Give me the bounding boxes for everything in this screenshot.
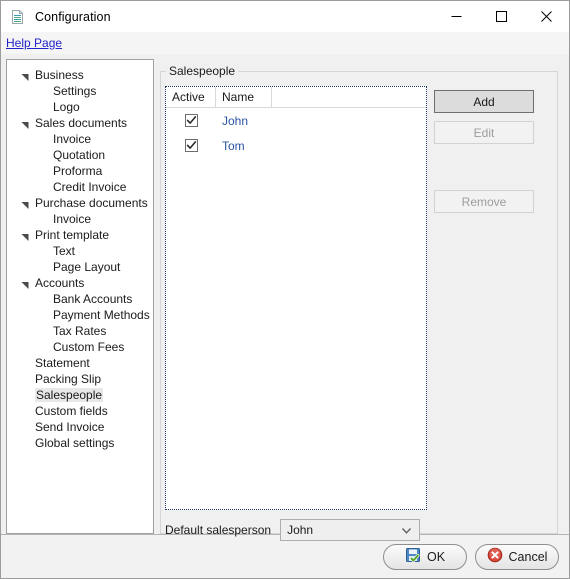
column-header-name[interactable]: Name [216,87,272,107]
tree-item-sales-documents[interactable]: Sales documents [7,115,153,131]
tree-item-label: Quotation [53,148,106,162]
navigation-tree[interactable]: Business Settings Logo Sales documents Invoi… [6,59,154,534]
tree-item-purchase-documents[interactable]: Purchase documents [7,195,153,211]
tree-item-label: Payment Methods [53,308,150,322]
save-check-icon [405,547,421,566]
tree-item-salespeople[interactable]: Salespeople [7,387,153,403]
cancel-button-label: Cancel [508,549,548,564]
tree-item-proforma[interactable]: Proforma [7,163,153,179]
tree-item-print-template[interactable]: Print template [7,227,153,243]
cell-name: Tom [222,138,245,153]
tree-item-custom-fields[interactable]: Custom fields [7,403,153,419]
ok-button[interactable]: OK [383,543,467,570]
tree-item-label: Bank Accounts [53,292,133,306]
chevron-down-icon [402,523,412,537]
tree-item-label: Global settings [35,436,115,450]
column-header-active[interactable]: Active [166,87,216,107]
expander-icon[interactable] [21,71,30,81]
list-header: Active Name [166,87,426,108]
default-salesperson-label: Default salesperson [165,523,272,537]
tree-item-label: Print template [35,228,110,242]
tree-item-label: Packing Slip [35,372,102,386]
column-header-spacer[interactable] [272,87,426,107]
tree-item-label: Business [35,68,84,82]
tree-item-label: Text [53,244,76,258]
tree-item-statement[interactable]: Statement [7,355,153,371]
default-salesperson-value: John [287,523,314,537]
error-circle-icon [487,547,503,566]
add-button[interactable]: Add [434,90,534,113]
tree-item-label: Proforma [53,164,103,178]
tree-item-label: Send Invoice [35,420,105,434]
tree-item-global-settings[interactable]: Global settings [7,435,153,451]
cancel-button[interactable]: Cancel [475,543,559,570]
cell-active [166,114,216,127]
table-row[interactable]: John [166,108,426,133]
remove-button: Remove [434,190,534,213]
maximize-icon[interactable] [479,1,524,32]
tree-item-packing-slip[interactable]: Packing Slip [7,371,153,387]
table-row[interactable]: Tom [166,133,426,158]
cell-active [166,139,216,152]
tree-item-accounts[interactable]: Accounts [7,275,153,291]
menu-strip: Help Page [1,32,569,54]
tree-item-label: Statement [35,356,90,370]
tree-item-send-invoice[interactable]: Send Invoice [7,419,153,435]
tree-item-text[interactable]: Text [7,243,153,259]
tree-item-invoice[interactable]: Invoice [7,211,153,227]
tree-item-label: Page Layout [53,260,121,274]
configuration-window: Configuration Help Page Business Settings… [0,0,570,579]
ok-button-label: OK [426,549,446,564]
active-checkbox[interactable] [184,139,198,152]
default-salesperson-row: Default salesperson John [165,519,421,541]
tree-item-label: Logo [53,100,80,114]
tree-item-invoice[interactable]: Invoice [7,131,153,147]
tree-item-bank-accounts[interactable]: Bank Accounts [7,291,153,307]
tree-item-label: Invoice [53,212,92,226]
tree-item-label: Settings [53,84,97,98]
tree-item-payment-methods[interactable]: Payment Methods [7,307,153,323]
expander-icon[interactable] [21,199,30,209]
tree-item-tax-rates[interactable]: Tax Rates [7,323,153,339]
edit-button: Edit [434,121,534,144]
main-panel: Salespeople Active Name John Tom Add Edit… [160,59,564,541]
expander-icon[interactable] [21,119,30,129]
title-bar: Configuration [1,1,569,32]
tree-item-label: Purchase documents [35,196,148,210]
window-title: Configuration [35,9,111,24]
active-checkbox[interactable] [184,114,198,127]
tree-item-label: Invoice [53,132,92,146]
tree-item-custom-fees[interactable]: Custom Fees [7,339,153,355]
salespeople-groupbox: Salespeople Active Name John Tom Add Edit… [160,64,558,541]
close-icon[interactable] [524,1,569,32]
document-spreadsheet-icon [10,9,26,25]
cell-name: John [222,113,249,128]
tree-item-credit-invoice[interactable]: Credit Invoice [7,179,153,195]
tree-item-label: Accounts [35,276,85,290]
default-salesperson-select[interactable]: John [280,519,421,541]
expander-icon[interactable] [21,231,30,241]
tree-item-logo[interactable]: Logo [7,99,153,115]
tree-item-label: Tax Rates [53,324,107,338]
tree-item-settings[interactable]: Settings [7,83,153,99]
tree-item-label: Sales documents [35,116,128,130]
window-controls [434,1,569,32]
groupbox-title: Salespeople [166,64,239,78]
tree-item-quotation[interactable]: Quotation [7,147,153,163]
expander-icon[interactable] [21,279,30,289]
content-area: Business Settings Logo Sales documents Invoi… [1,54,569,541]
tree-item-label: Salespeople [35,388,104,402]
tree-item-page-layout[interactable]: Page Layout [7,259,153,275]
salespeople-list[interactable]: Active Name John Tom [165,86,427,510]
tree-item-label: Custom Fees [53,340,125,354]
tree-item-label: Custom fields [35,404,108,418]
tree-item-label: Credit Invoice [53,180,127,194]
minimize-icon[interactable] [434,1,479,32]
tree-item-business[interactable]: Business [7,67,153,83]
help-page-link[interactable]: Help Page [6,36,62,50]
